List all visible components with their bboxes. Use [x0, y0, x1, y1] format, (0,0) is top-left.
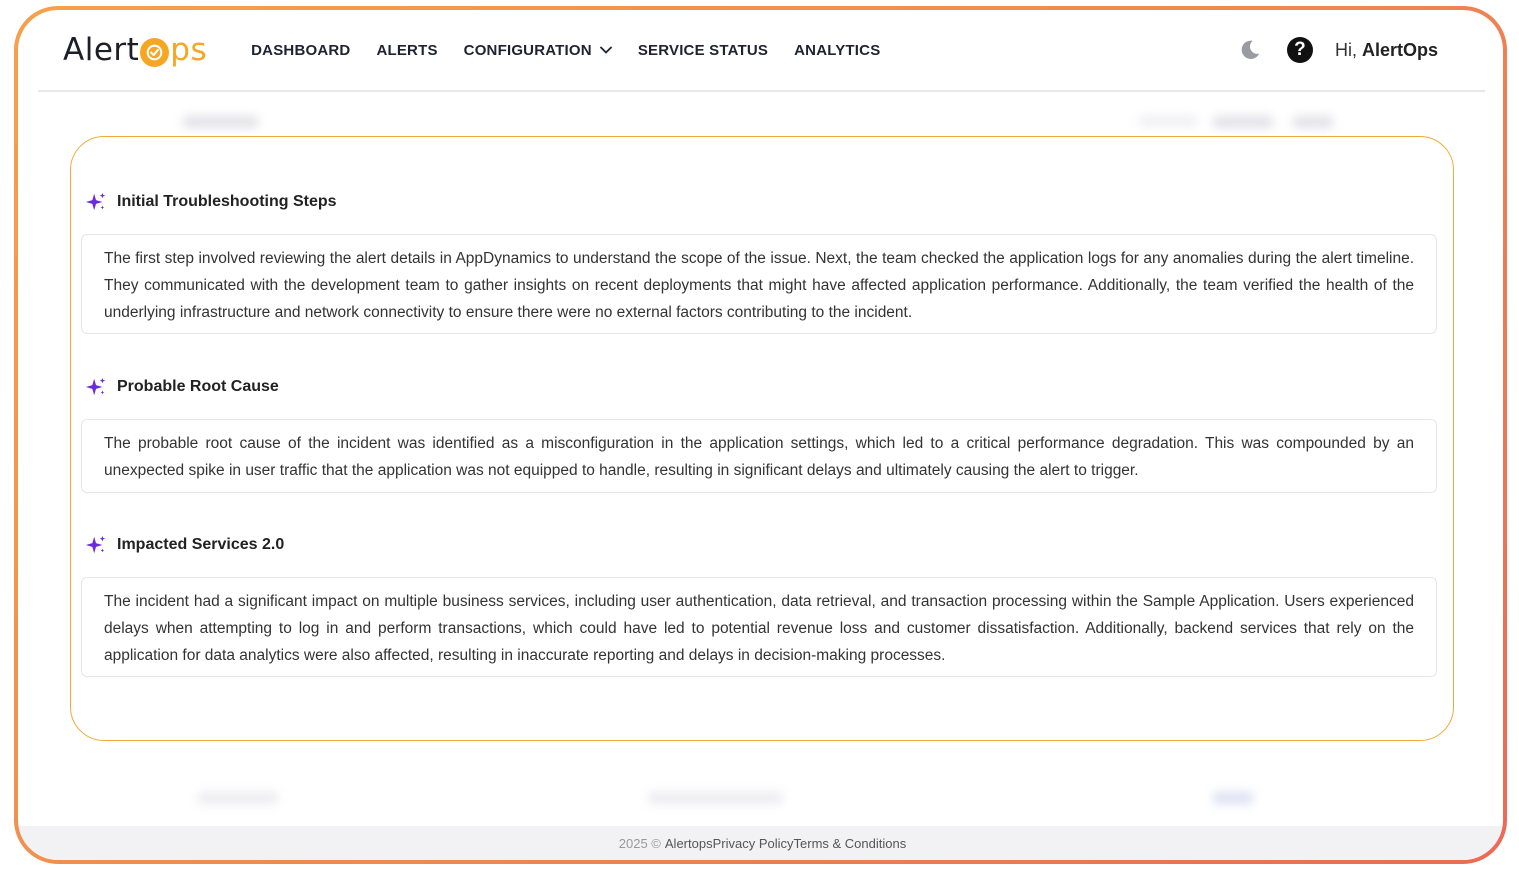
- blurred-background-button: [1213, 792, 1253, 804]
- footer-copyright: 2025 ©: [618, 835, 661, 851]
- nav-dashboard[interactable]: DASHBOARD: [251, 42, 350, 59]
- nav-service-status[interactable]: SERVICE STATUS: [638, 42, 768, 59]
- blurred-background-button: [1293, 116, 1333, 128]
- incident-summary-modal: Initial Troubleshooting Steps The first …: [70, 136, 1454, 741]
- chevron-down-icon: [599, 46, 612, 54]
- section-content: The probable root cause of the incident …: [81, 419, 1437, 493]
- nav-label: ALERTS: [376, 41, 438, 59]
- section-body-text: The incident had a significant impact on…: [104, 593, 1414, 664]
- section-body-text: The probable root cause of the incident …: [104, 435, 1414, 479]
- section-title-text: Probable Root Cause: [117, 378, 279, 395]
- blurred-background-text: [183, 116, 258, 128]
- blurred-background-text: [1138, 116, 1198, 126]
- section-title: Initial Troubleshooting Steps: [85, 191, 337, 213]
- section-body-text: The first step involved reviewing the al…: [104, 250, 1414, 321]
- help-icon[interactable]: ?: [1286, 37, 1313, 63]
- alertops-logo[interactable]: Alert ps: [63, 32, 207, 68]
- main-nav: DASHBOARD ALERTS CONFIGURATION SERVICE S…: [251, 42, 880, 59]
- section-content: The first step involved reviewing the al…: [81, 234, 1437, 334]
- nav-alerts[interactable]: ALERTS: [376, 42, 437, 59]
- blurred-background-button: [1213, 116, 1273, 128]
- blurred-background-text: [648, 792, 783, 804]
- section-title-text: Initial Troubleshooting Steps: [117, 193, 337, 210]
- sparkle-icon: [85, 192, 106, 211]
- sparkle-icon: [85, 535, 106, 554]
- app-window: Alert ps DASHBOARD ALERTS CONFIGURATION …: [18, 10, 1503, 860]
- logo-text-left: Alert: [63, 32, 140, 68]
- section-title: Impacted Services 2.0: [85, 534, 284, 556]
- app-frame: Alert ps DASHBOARD ALERTS CONFIGURATION …: [14, 6, 1507, 864]
- nav-label: DASHBOARD: [251, 41, 351, 59]
- nav-label: ANALYTICS: [794, 41, 881, 59]
- nav-analytics[interactable]: ANALYTICS: [794, 42, 880, 59]
- footer-brand-link[interactable]: Alertops: [665, 836, 713, 851]
- page-footer: 2025 © Alertops Privacy Policy Terms & C…: [18, 826, 1503, 860]
- section-content: The incident had a significant impact on…: [81, 577, 1437, 677]
- user-name: AlertOps: [1361, 39, 1438, 60]
- logo-text-right: ps: [170, 32, 208, 68]
- nav-label: CONFIGURATION: [463, 41, 592, 59]
- moon-icon[interactable]: [1239, 39, 1261, 61]
- blurred-background-text: [198, 792, 278, 804]
- sparkle-icon: [85, 377, 106, 396]
- footer-terms-link[interactable]: Terms & Conditions: [794, 836, 907, 851]
- user-greeting[interactable]: Hi, AlertOps: [1335, 40, 1438, 61]
- greeting-prefix: Hi,: [1334, 39, 1357, 60]
- header-tools: ? Hi, AlertOps: [1239, 37, 1438, 63]
- nav-label: SERVICE STATUS: [637, 41, 769, 59]
- section-title: Probable Root Cause: [85, 376, 279, 398]
- top-navbar: Alert ps DASHBOARD ALERTS CONFIGURATION …: [38, 10, 1485, 92]
- section-title-text: Impacted Services 2.0: [117, 536, 285, 553]
- nav-configuration[interactable]: CONFIGURATION: [464, 42, 612, 59]
- clock-logo-icon: [140, 37, 170, 67]
- footer-privacy-link[interactable]: Privacy Policy: [713, 836, 794, 851]
